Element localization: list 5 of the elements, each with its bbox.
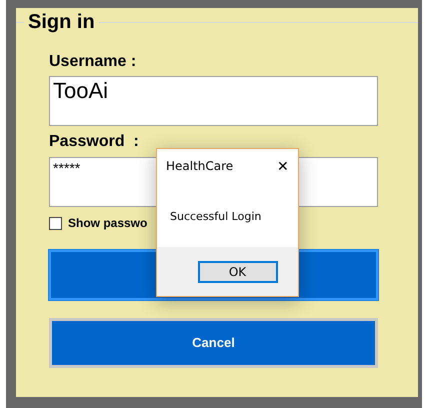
password-label: Password : bbox=[49, 132, 140, 152]
checkbox-label: Show passwo bbox=[68, 215, 148, 232]
dialog-message: Successful Login bbox=[169, 209, 262, 225]
username-label: Username : bbox=[49, 52, 138, 72]
dialog-title: HealthCare bbox=[166, 158, 234, 175]
